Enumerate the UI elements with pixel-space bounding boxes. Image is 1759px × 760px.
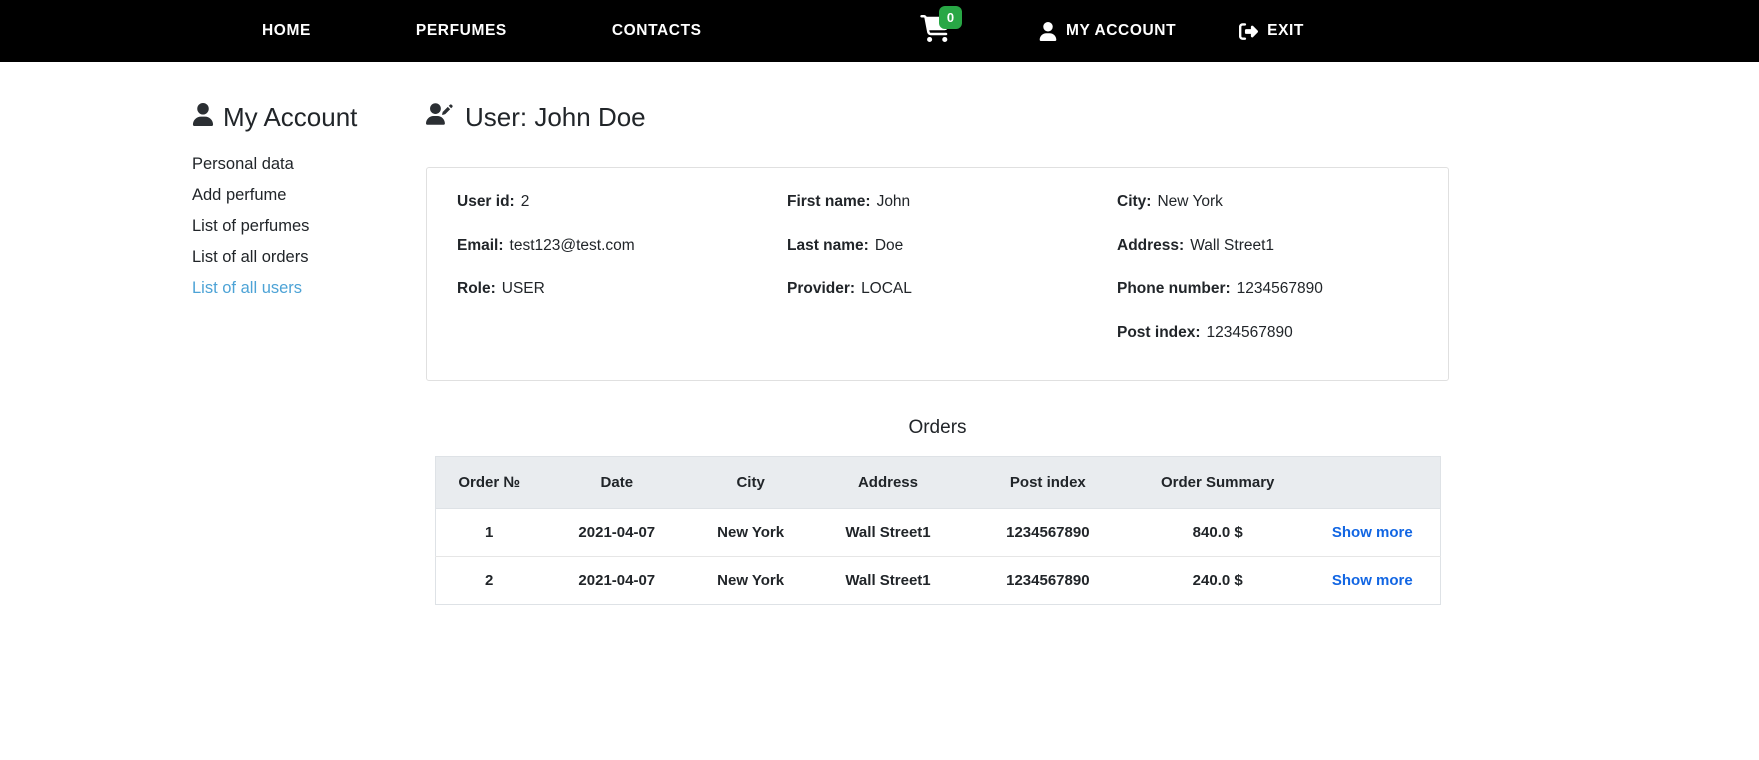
sidebar-heading-label: My Account [223,102,357,133]
field-city-value: New York [1157,193,1222,210]
sidebar-item-list-of-perfumes[interactable]: List of perfumes [192,211,412,242]
field-role-label: Role: [457,280,496,297]
show-more-link[interactable]: Show more [1332,572,1413,589]
field-post-index-label: Post index: [1117,324,1201,341]
sidebar-item-list-of-all-users[interactable]: List of all users [192,273,412,304]
nav-link-perfumes[interactable]: PERFUMES [416,22,507,40]
cell-actions: Show more [1305,509,1440,557]
account-sidebar: My Account Personal data Add perfume Lis… [192,102,412,605]
cell-order-number: 1 [435,509,543,557]
field-city: City: New York [1117,194,1418,210]
cell-actions: Show more [1305,557,1440,605]
cart-count-badge: 0 [939,6,962,29]
field-role: Role: USER [457,281,787,297]
cell-address: Wall Street1 [811,509,966,557]
top-navbar: HOME PERFUMES CONTACTS 0 MY ACCOUNT [0,0,1759,62]
field-provider-value: LOCAL [861,280,912,297]
cell-address: Wall Street1 [811,557,966,605]
field-provider-label: Provider: [787,280,855,297]
sign-out-icon [1239,22,1267,41]
cart-button[interactable]: 0 [920,15,951,47]
field-role-value: USER [502,280,545,297]
field-post-index: Post index: 1234567890 [1117,325,1418,341]
table-row: 1 2021-04-07 New York Wall Street1 12345… [435,509,1440,557]
nav-link-home[interactable]: HOME [262,22,311,40]
column-header-order-summary: Order Summary [1130,457,1305,509]
orders-table-head: Order № Date City Address Post index Ord… [435,457,1440,509]
orders-table: Order № Date City Address Post index Ord… [435,456,1441,605]
field-address-label: Address: [1117,237,1184,254]
page-title-label: User: John Doe [465,102,646,133]
orders-header-row: Order № Date City Address Post index Ord… [435,457,1440,509]
nav-link-exit[interactable]: EXIT [1239,22,1304,41]
column-header-order-number: Order № [435,457,543,509]
cell-date: 2021-04-07 [543,509,691,557]
cell-post-index: 1234567890 [965,557,1130,605]
field-post-index-value: 1234567890 [1207,324,1293,341]
nav-link-my-account[interactable]: MY ACCOUNT [1039,22,1176,41]
nav-link-contacts[interactable]: CONTACTS [612,22,702,40]
field-last-name: Last name: Doe [787,238,1117,254]
cell-order-number: 2 [435,557,543,605]
user-edit-icon [426,102,465,133]
show-more-link[interactable]: Show more [1332,524,1413,541]
field-email-label: Email: [457,237,504,254]
orders-heading: Orders [426,417,1449,439]
field-last-name-label: Last name: [787,237,869,254]
user-card-column-3: City: New York Address: Wall Street1 Phone… [1117,194,1418,340]
sidebar-item-personal-data[interactable]: Personal data [192,149,412,180]
field-first-name-value: John [877,193,911,210]
field-email: Email: test123@test.com [457,238,787,254]
column-header-post-index: Post index [965,457,1130,509]
cell-order-summary: 840.0 $ [1130,509,1305,557]
cell-city: New York [691,509,811,557]
orders-table-body: 1 2021-04-07 New York Wall Street1 12345… [435,509,1440,605]
nav-my-account-label: MY ACCOUNT [1066,22,1176,40]
field-first-name: First name: John [787,194,1117,210]
navbar-secondary-links: 0 MY ACCOUNT EXIT [920,15,1304,47]
cell-order-summary: 240.0 $ [1130,557,1305,605]
page-title: User: John Doe [426,102,1449,133]
sidebar-heading: My Account [192,102,412,133]
field-city-label: City: [1117,193,1151,210]
field-last-name-value: Doe [875,237,903,254]
main-content: User: John Doe User id: 2 Email: test123@t… [426,102,1449,605]
sidebar-item-add-perfume[interactable]: Add perfume [192,180,412,211]
nav-exit-label: EXIT [1267,22,1304,40]
field-address: Address: Wall Street1 [1117,238,1418,254]
page-body: My Account Personal data Add perfume Lis… [0,62,1759,605]
field-user-id: User id: 2 [457,194,787,210]
user-card-column-2: First name: John Last name: Doe Provider: L… [787,194,1117,340]
user-icon [1039,22,1066,41]
field-email-value: test123@test.com [510,237,635,254]
field-phone-number-label: Phone number: [1117,280,1231,297]
cell-post-index: 1234567890 [965,509,1130,557]
field-phone-number: Phone number: 1234567890 [1117,281,1418,297]
column-header-date: Date [543,457,691,509]
user-card-column-1: User id: 2 Email: test123@test.com Role: US… [457,194,787,340]
sidebar-item-list-of-all-orders[interactable]: List of all orders [192,242,412,273]
column-header-address: Address [811,457,966,509]
column-header-actions [1305,457,1440,509]
table-row: 2 2021-04-07 New York Wall Street1 12345… [435,557,1440,605]
field-user-id-value: 2 [521,193,530,210]
field-provider: Provider: LOCAL [787,281,1117,297]
field-address-value: Wall Street1 [1190,237,1274,254]
cell-date: 2021-04-07 [543,557,691,605]
user-icon [192,102,223,133]
user-details-card: User id: 2 Email: test123@test.com Role: US… [426,167,1449,381]
orders-section: Orders Order № Date City Address Post in… [426,417,1449,605]
navbar-primary-links: HOME PERFUMES CONTACTS [262,22,807,40]
field-phone-number-value: 1234567890 [1237,280,1323,297]
cell-city: New York [691,557,811,605]
field-first-name-label: First name: [787,193,871,210]
field-user-id-label: User id: [457,193,515,210]
column-header-city: City [691,457,811,509]
